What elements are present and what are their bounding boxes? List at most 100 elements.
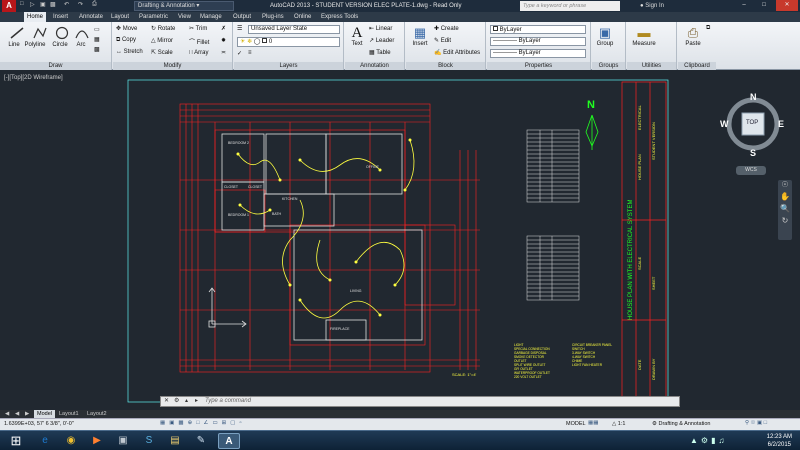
save-icon[interactable]: ▣	[40, 1, 46, 8]
viewport-controls[interactable]: [-][Top][2D Wireframe]	[4, 75, 63, 81]
app-icon[interactable]: ▣	[112, 433, 134, 449]
match-layer-icon[interactable]: ≡	[248, 50, 252, 56]
redo-icon[interactable]: ↷	[78, 1, 83, 8]
command-history-icon[interactable]: ▴	[185, 397, 188, 406]
steering-wheel-icon[interactable]: ☉	[778, 180, 792, 192]
scale-button[interactable]: ⇱ Scale	[151, 49, 173, 56]
copy-clip-icon[interactable]: ⧉	[706, 25, 710, 32]
tab-annotate[interactable]: Annotate	[76, 12, 106, 22]
compass-north[interactable]: N	[750, 92, 757, 102]
circle-button[interactable]: Circle	[50, 26, 70, 48]
mirror-button[interactable]: △ Mirror	[151, 37, 173, 44]
layer-dropdown[interactable]: ☀ ❄ ◯ 0	[237, 37, 340, 47]
insert-button[interactable]: ▦ Insert	[409, 25, 431, 47]
measure-button[interactable]: ▬ Measure	[631, 25, 657, 47]
text-button[interactable]: A Text	[348, 25, 366, 47]
color-dropdown[interactable]: ByLayer	[490, 25, 586, 34]
tab-layout[interactable]: Layout	[108, 12, 132, 22]
array-button[interactable]: ∷ Array	[189, 49, 209, 56]
block-panel-title[interactable]: Block	[406, 62, 485, 70]
new-icon[interactable]: □	[20, 1, 24, 7]
annotation-scale[interactable]: △ 1:1	[612, 421, 625, 427]
edit-block-button[interactable]: ✎ Edit	[434, 37, 451, 44]
workspace-dropdown[interactable]: Drafting & Annotation ▾	[134, 1, 234, 11]
tab-model[interactable]: Model	[34, 410, 55, 418]
status-tray-icons[interactable]: ⚲ ☉ ▣ □	[745, 420, 767, 426]
linear-button[interactable]: ⇤ Linear	[369, 25, 392, 32]
sign-in-button[interactable]: ● Sign In	[640, 0, 664, 12]
skype-icon[interactable]: S	[138, 433, 160, 449]
maximize-button[interactable]: □	[755, 0, 773, 11]
make-current-icon[interactable]: ✓	[237, 50, 242, 57]
tab-nav-first-icon[interactable]: ◀	[2, 410, 12, 418]
edit-attributes-button[interactable]: ✍ Edit Attributes	[434, 49, 480, 56]
draw-panel-title[interactable]: Draw	[0, 62, 111, 70]
tab-manage[interactable]: Manage	[197, 12, 225, 22]
arc-button[interactable]: Arc	[72, 26, 90, 48]
move-button[interactable]: ✥ Move	[116, 25, 137, 32]
command-input[interactable]: Type a command	[205, 398, 251, 404]
open-icon[interactable]: ▷	[30, 1, 35, 8]
system-tray-icons[interactable]: ▲⚙▮♫	[690, 436, 728, 445]
layer-state-dropdown[interactable]: Unsaved Layer State	[248, 25, 340, 34]
annotation-panel-title[interactable]: Annotation	[345, 62, 404, 70]
groups-panel-title[interactable]: Groups	[592, 62, 625, 70]
drawing-canvas[interactable]: ELECTRICAL HOUSE PLAN STUDENT VERSION SC…	[0, 70, 800, 410]
viewcube[interactable]: TOP N S E W	[718, 84, 788, 164]
hatch-icon[interactable]: ▦	[94, 36, 100, 43]
layers-panel-title[interactable]: Layers	[234, 62, 343, 70]
tab-insert[interactable]: Insert	[50, 12, 71, 22]
leader-button[interactable]: ↗ Leader	[369, 37, 394, 44]
pan-icon[interactable]: ✋	[778, 192, 792, 204]
layer-properties-icon[interactable]: ☰	[237, 25, 242, 32]
tab-home[interactable]: Home	[24, 12, 47, 22]
workspace-switch[interactable]: ⚙ Drafting & Annotation	[652, 421, 710, 427]
table-button[interactable]: ▦ Table	[369, 49, 391, 56]
tab-layout1[interactable]: Layout1	[56, 410, 82, 418]
drafting-toggles[interactable]: ▦▣▩⊕□∠▭⊞▢▫	[160, 420, 245, 426]
tab-nav-prev-icon[interactable]: ◀	[12, 410, 22, 418]
wcs-menu[interactable]: WCS	[736, 166, 766, 175]
properties-panel-title[interactable]: Properties	[487, 62, 590, 70]
command-line[interactable]: ✕ ⚙ ▴ ▸ Type a command	[160, 396, 680, 407]
command-close-icon[interactable]: ✕	[164, 397, 169, 406]
tab-online[interactable]: Online	[291, 12, 314, 22]
copy-button[interactable]: ⧉ Copy	[116, 37, 136, 44]
tab-plug-ins[interactable]: Plug-ins	[259, 12, 287, 22]
tab-express-tools[interactable]: Express Tools	[318, 12, 361, 22]
utilities-panel-title[interactable]: Utilities	[627, 62, 676, 70]
quick-view-icon[interactable]: ▦▦	[588, 420, 598, 426]
orbit-icon[interactable]: ↻	[778, 216, 792, 228]
gradient-icon[interactable]: ▩	[94, 46, 100, 53]
compass-east[interactable]: E	[778, 119, 784, 129]
application-menu-button[interactable]: A	[2, 0, 16, 12]
saveas-icon[interactable]: ▩	[50, 1, 56, 8]
clipboard-panel-title[interactable]: Clipboard	[678, 62, 716, 70]
taskbar-clock[interactable]: 12:23 AM 6/2/2015	[767, 433, 792, 449]
keyword-search-input[interactable]: Type a keyword or phrase	[520, 1, 620, 11]
tab-parametric[interactable]: Parametric	[136, 12, 171, 22]
group-button[interactable]: ▣ Group	[594, 25, 616, 47]
media-player-icon[interactable]: ▶	[86, 433, 108, 449]
tab-nav-next-icon[interactable]: ▶	[22, 410, 32, 418]
undo-icon[interactable]: ↶	[64, 1, 69, 8]
viewcube-top-face[interactable]: TOP	[746, 120, 758, 126]
zoom-icon[interactable]: 🔍	[778, 204, 792, 216]
create-block-button[interactable]: ✚ Create	[434, 25, 459, 32]
explode-icon[interactable]: ✸	[221, 37, 226, 44]
rotate-button[interactable]: ↻ Rotate	[151, 25, 175, 32]
offset-icon[interactable]: ≍	[221, 49, 226, 56]
coordinate-display[interactable]: 1.6399E+03, 57' 6 3/8", 0'-0"	[4, 421, 74, 427]
start-button[interactable]: ⊞	[2, 433, 30, 449]
lineweight-dropdown[interactable]: ———— ByLayer	[490, 49, 586, 58]
minimize-button[interactable]: –	[735, 0, 753, 11]
linetype-dropdown[interactable]: ———— ByLayer	[490, 37, 586, 46]
paste-button[interactable]: ⎙ Paste	[682, 25, 704, 47]
stretch-button[interactable]: ↔ Stretch	[116, 49, 143, 55]
polyline-button[interactable]: Polyline	[22, 26, 48, 48]
print-icon[interactable]: ⎙	[92, 1, 97, 8]
command-settings-icon[interactable]: ⚙	[174, 397, 179, 406]
rectangle-icon[interactable]: ▭	[94, 26, 100, 33]
close-button[interactable]: ✕	[776, 0, 798, 11]
model-space-toggle[interactable]: MODEL	[566, 421, 586, 427]
